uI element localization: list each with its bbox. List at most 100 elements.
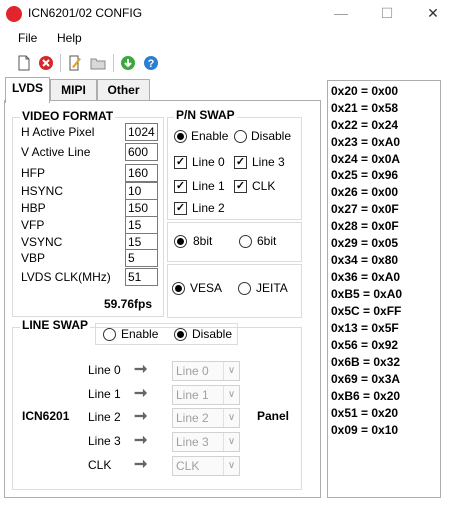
bit-depth-group <box>167 222 302 262</box>
clk-dest-select[interactable]: CLK ∨ <box>172 456 240 476</box>
folder-icon[interactable] <box>90 55 106 71</box>
line-swap-title: LINE SWAP <box>20 318 91 332</box>
toolbar-separator <box>60 54 61 72</box>
video-format-title: VIDEO FORMAT <box>20 109 116 123</box>
vesa-label: VESA <box>190 281 223 295</box>
pn-line2-label: Line 2 <box>192 201 225 215</box>
register-entry: 0xB6 = 0x20 <box>331 389 401 403</box>
hsync-input[interactable]: 10 <box>125 182 158 200</box>
maximize-button[interactable]: ☐ <box>364 0 410 28</box>
toolbar-separator <box>113 54 114 72</box>
panel-label: Panel <box>257 409 290 423</box>
pn-line1-label: Line 1 <box>192 179 225 193</box>
field-label: LVDS CLK(MHz) <box>21 270 111 284</box>
field-label: HBP <box>21 201 46 215</box>
register-entry: 0x28 = 0x0F <box>331 219 399 233</box>
register-entry: 0x6B = 0x32 <box>331 355 401 369</box>
lvds-clk-input[interactable]: 51 <box>125 268 158 286</box>
register-entry: 0x09 = 0x10 <box>331 423 399 437</box>
pn-swap-disable-radio[interactable] <box>234 130 247 143</box>
register-entry: 0x51 = 0x20 <box>331 406 399 420</box>
tab-other[interactable]: Other <box>97 79 150 101</box>
pn-line0-checkbox[interactable]: ✓ <box>174 156 187 169</box>
pn-line1-checkbox[interactable]: ✓ <box>174 180 187 193</box>
menu-file[interactable]: File <box>18 31 37 45</box>
chevron-down-icon: ∨ <box>223 386 239 404</box>
chevron-down-icon: ∨ <box>223 457 239 475</box>
register-entry: 0x34 = 0x80 <box>331 253 399 267</box>
new-file-icon[interactable] <box>16 55 32 71</box>
help-icon[interactable]: ? <box>143 55 159 71</box>
delete-icon[interactable] <box>38 55 54 71</box>
line0-dest-select[interactable]: Line 0 ∨ <box>172 361 240 381</box>
download-icon[interactable] <box>120 55 136 71</box>
pn-swap-enable-radio[interactable] <box>174 130 187 143</box>
pn-swap-enable-label: Enable <box>191 129 229 143</box>
field-label: H Active Pixel <box>21 125 95 139</box>
chevron-down-icon: ∨ <box>223 362 239 380</box>
line2-dest-select[interactable]: Line 2 ∨ <box>172 408 240 428</box>
line3-dest-select[interactable]: Line 3 ∨ <box>172 432 240 452</box>
v-active-line-input[interactable]: 600 <box>125 143 158 161</box>
pn-line3-label: Line 3 <box>252 155 285 169</box>
field-label: VFP <box>21 218 45 232</box>
field-label: V Active Line <box>21 145 91 159</box>
pn-swap-disable-label: Disable <box>251 129 292 143</box>
8bit-label: 8bit <box>193 234 213 248</box>
register-entry: 0x20 = 0x00 <box>331 84 399 98</box>
register-entry: 0x13 = 0x5F <box>331 321 399 335</box>
h-active-pixel-input[interactable]: 1024 <box>125 123 158 141</box>
register-entry: 0x26 = 0x00 <box>331 185 399 199</box>
source-chip-label: ICN6201 <box>22 409 70 423</box>
minimize-button[interactable]: — <box>318 0 364 28</box>
hfp-input[interactable]: 160 <box>125 164 158 182</box>
field-label: HFP <box>21 166 45 180</box>
register-entry: 0x69 = 0x3A <box>331 372 401 386</box>
hbp-input[interactable]: 150 <box>125 199 158 217</box>
edit-icon[interactable] <box>67 55 83 71</box>
field-label: HSYNC <box>21 184 64 198</box>
register-entry: 0x22 = 0x24 <box>331 118 399 132</box>
register-entry: 0x21 = 0x58 <box>331 101 399 115</box>
fps-readout: 59.76fps <box>104 297 153 311</box>
arrow-right-icon: ➞ <box>134 432 148 449</box>
close-button[interactable]: ✕ <box>410 0 456 28</box>
register-entry: 0x27 = 0x0F <box>331 202 399 216</box>
line-swap-enable-radio[interactable] <box>103 328 116 341</box>
tab-mipi[interactable]: MIPI <box>50 79 97 101</box>
line-swap-row-label: Line 2 <box>88 410 121 424</box>
field-label: VSYNC <box>21 235 63 249</box>
menu-help[interactable]: Help <box>57 31 82 45</box>
vbp-input[interactable]: 5 <box>125 249 158 267</box>
register-entry: 0x25 = 0x96 <box>331 168 399 182</box>
line-swap-row-label: Line 0 <box>88 363 121 377</box>
arrow-right-icon: ➞ <box>134 385 148 402</box>
pn-clk-checkbox[interactable]: ✓ <box>234 180 247 193</box>
line-swap-disable-radio[interactable] <box>174 328 187 341</box>
arrow-right-icon: ➞ <box>134 408 148 425</box>
line-swap-enable-label: Enable <box>121 327 159 341</box>
line-swap-row-label: CLK <box>88 458 112 472</box>
jeita-label: JEITA <box>256 281 288 295</box>
vesa-radio[interactable] <box>172 282 185 295</box>
line-swap-disable-label: Disable <box>192 327 233 341</box>
8bit-radio[interactable] <box>174 235 187 248</box>
pn-clk-label: CLK <box>252 179 276 193</box>
6bit-radio[interactable] <box>239 235 252 248</box>
jeita-radio[interactable] <box>238 282 251 295</box>
arrow-right-icon: ➞ <box>134 361 148 378</box>
tab-lvds[interactable]: LVDS <box>5 77 50 103</box>
line-swap-row-label: Line 3 <box>88 434 121 448</box>
register-entry: 0xB5 = 0xA0 <box>331 287 403 301</box>
line1-dest-select[interactable]: Line 1 ∨ <box>172 385 240 405</box>
vfp-input[interactable]: 15 <box>125 216 158 234</box>
6bit-label: 6bit <box>257 234 277 248</box>
register-entry: 0x36 = 0xA0 <box>331 270 401 284</box>
pn-line2-checkbox[interactable]: ✓ <box>174 202 187 215</box>
window-title: ICN6201/02 CONFIG <box>28 6 143 20</box>
line-swap-row-label: Line 1 <box>88 387 121 401</box>
register-entry: 0x56 = 0x92 <box>331 338 399 352</box>
app-icon <box>6 6 22 22</box>
pn-swap-title: P/N SWAP <box>174 108 237 122</box>
pn-line3-checkbox[interactable]: ✓ <box>234 156 247 169</box>
